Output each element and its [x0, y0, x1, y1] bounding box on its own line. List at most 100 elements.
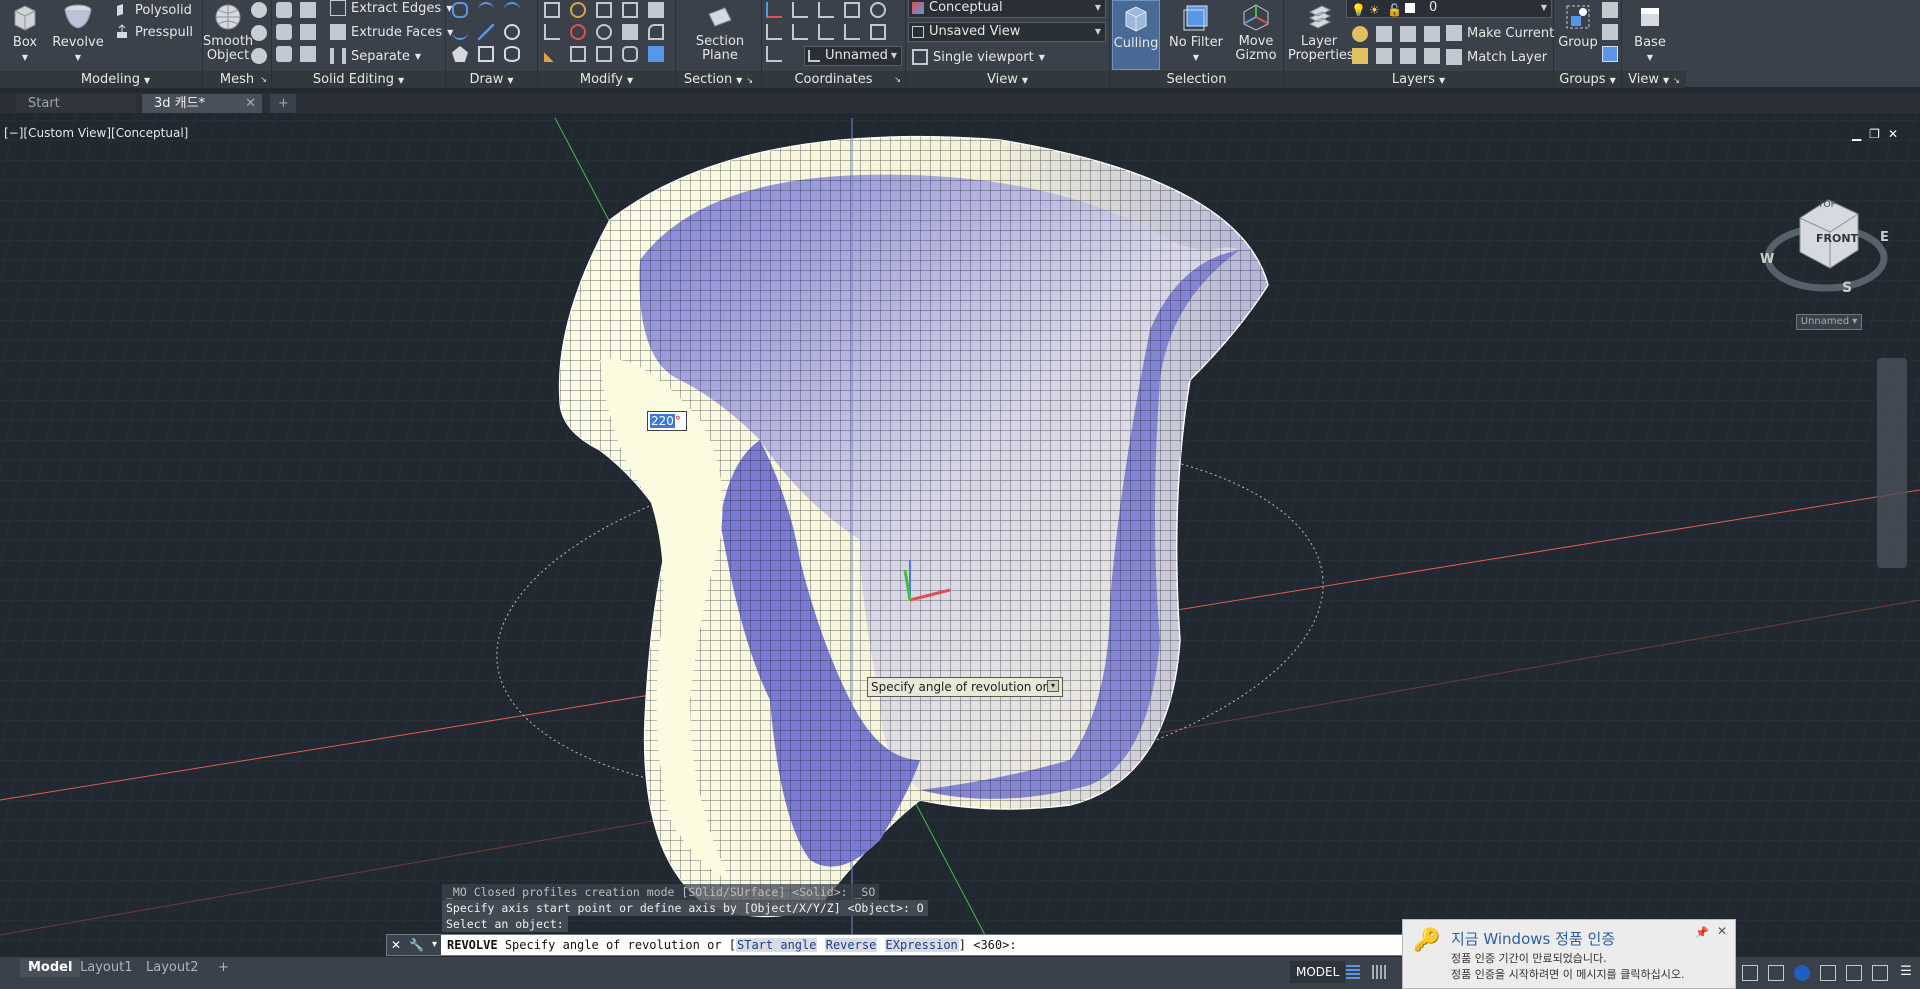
move-3d-icon[interactable] — [544, 2, 560, 18]
polysolid-button[interactable]: Polysolid — [114, 0, 192, 20]
tab-start[interactable]: Start — [16, 94, 136, 113]
rotate-3d-icon[interactable] — [570, 2, 586, 18]
add-layout-button[interactable]: + — [210, 959, 237, 977]
clean-screen-icon[interactable] — [1846, 965, 1862, 981]
array-icon[interactable] — [648, 2, 664, 18]
compass-south-label[interactable]: S — [1842, 280, 1852, 296]
base-button[interactable]: Base ▼ — [1626, 0, 1674, 65]
move-icon[interactable] — [596, 2, 612, 18]
viewcube-top-label[interactable]: TOP — [1818, 200, 1836, 210]
model-space-canvas[interactable] — [0, 114, 1920, 957]
group-edit-icon[interactable] — [1602, 24, 1618, 40]
hamburger-menu-icon[interactable]: ☰ — [1898, 965, 1914, 981]
close-icon[interactable]: ✕ — [1717, 924, 1727, 938]
layer-isolate-icon[interactable] — [1376, 26, 1392, 42]
extract-edges-button[interactable]: Extract Edges ▼ — [330, 0, 452, 18]
arc-icon[interactable] — [504, 2, 520, 18]
presspull-button[interactable]: Presspull — [114, 22, 193, 42]
view2-panel-label[interactable]: View ▼ ↘ — [1622, 71, 1686, 88]
ucs-named-icon[interactable] — [766, 46, 782, 62]
subtract-icon[interactable] — [276, 24, 292, 40]
command-prompt[interactable]: REVOLVE Specify angle of revolution or [… — [447, 935, 1017, 955]
section-plane-button[interactable]: Section Plane — [690, 0, 750, 63]
trim-icon[interactable] — [622, 46, 638, 62]
section-panel-label[interactable]: Section ▼ ↘ — [676, 71, 761, 88]
no-filter-button[interactable]: No Filter ▼ — [1164, 0, 1228, 65]
ucs-previous-icon[interactable] — [818, 2, 834, 18]
navigation-bar[interactable] — [1877, 358, 1907, 568]
intersect-icon[interactable] — [276, 46, 292, 62]
align-icon[interactable] — [544, 46, 560, 62]
group-selection-icon[interactable] — [1602, 46, 1618, 62]
culling-button[interactable]: Culling — [1112, 0, 1160, 70]
mirror-icon[interactable] — [570, 24, 586, 40]
options-icon[interactable]: ▾ — [1047, 680, 1059, 692]
ungroup-icon[interactable] — [1602, 2, 1618, 18]
ucs-x-icon[interactable] — [792, 24, 808, 40]
box-button[interactable]: Box ▼ — [0, 0, 50, 65]
layout-tab-layout2[interactable]: Layout2 — [138, 959, 206, 977]
ucs-icon[interactable] — [766, 2, 782, 18]
hardware-accel-icon[interactable] — [1820, 965, 1836, 981]
scale-icon[interactable] — [622, 2, 638, 18]
snap-icon[interactable] — [1372, 965, 1386, 979]
wrench-icon[interactable]: 🔧 — [409, 935, 424, 955]
model-space-toggle[interactable]: MODEL — [1290, 961, 1346, 983]
layer-properties-button[interactable]: Layer Properties — [1288, 0, 1354, 63]
tab-3d-cad[interactable]: 3d 캐드* ✕ — [142, 94, 262, 113]
union-icon[interactable] — [276, 2, 292, 18]
mesh-smooth-icon[interactable] — [251, 25, 267, 41]
command-line[interactable]: ✕ 🔧 ▾ REVOLVE Specify angle of revolutio… — [386, 934, 1404, 956]
ucs-combo[interactable]: Unnamed ▼ — [804, 46, 902, 66]
match-layer-button[interactable]: Match Layer — [1446, 47, 1547, 67]
smooth-object-button[interactable]: Smooth Object — [203, 0, 253, 63]
isolate-icon[interactable] — [1794, 965, 1810, 981]
ucs-menu[interactable]: Unnamed ▾ — [1796, 314, 1862, 330]
extrude-faces-button[interactable]: Extrude Faces ▼ — [330, 22, 453, 42]
option-expression[interactable]: EXpression — [884, 938, 959, 952]
layer-freeze-icon[interactable] — [1400, 26, 1416, 42]
visual-style-combo[interactable]: Conceptual ▼ — [908, 0, 1106, 18]
close-icon[interactable]: ✕ — [391, 935, 401, 955]
layers-panel-label[interactable]: Layers ▼ — [1284, 71, 1553, 88]
restore-icon[interactable]: ❐ — [1869, 127, 1880, 141]
line-icon[interactable] — [478, 24, 494, 40]
circle-icon[interactable] — [504, 24, 520, 40]
groups-panel-label[interactable]: Groups ▼ — [1554, 71, 1621, 88]
layer-unlock-icon[interactable] — [1424, 48, 1440, 64]
ucs-face-icon[interactable] — [844, 2, 860, 18]
fillet-icon[interactable] — [544, 24, 560, 40]
layer-on-icon[interactable] — [1352, 48, 1368, 64]
windows-activation-toast[interactable]: 🔑 지금 Windows 정품 인증 정품 인증 기간이 만료되었습니다. 정품… — [1402, 919, 1736, 989]
viewport-config-button[interactable]: Single viewport ▼ — [912, 47, 1045, 67]
grid-icon[interactable] — [1346, 965, 1360, 979]
dynamic-input-field[interactable]: 220° — [647, 411, 687, 431]
explode-icon[interactable] — [648, 46, 664, 62]
interfere-icon[interactable] — [300, 24, 316, 40]
annotation-icon[interactable] — [1742, 965, 1758, 981]
layer-lock-icon[interactable] — [1424, 26, 1440, 42]
modeling-panel-label[interactable]: Modeling ▼ — [0, 71, 231, 88]
copy-icon[interactable] — [622, 24, 638, 40]
minimize-icon[interactable]: ▁ — [1852, 127, 1861, 141]
rectangle-icon[interactable] — [478, 46, 494, 62]
mesh-crease-icon[interactable] — [251, 48, 267, 64]
option-start-angle[interactable]: STart angle — [736, 938, 818, 952]
spline-icon[interactable] — [478, 2, 494, 18]
solid-editing-panel-label[interactable]: Solid Editing ▼ — [272, 71, 445, 88]
compass-east-label[interactable]: E — [1880, 230, 1889, 245]
ucs-world-icon[interactable] — [792, 2, 808, 18]
shell-icon[interactable] — [300, 46, 316, 62]
layer-unisolate-icon[interactable] — [1376, 48, 1392, 64]
viewport-controls-label[interactable]: [−][Custom View][Conceptual] — [4, 126, 188, 140]
mesh-panel-label[interactable]: Mesh ↘ — [203, 71, 271, 88]
layer-thaw-icon[interactable] — [1400, 48, 1416, 64]
chamfer-icon[interactable] — [648, 24, 664, 40]
ellipse-icon[interactable] — [504, 46, 520, 62]
view-panel-label[interactable]: View ▼ — [906, 71, 1109, 88]
new-tab-button[interactable]: + — [270, 94, 296, 113]
fullscreen-icon[interactable] — [1872, 965, 1888, 981]
close-icon[interactable]: ✕ — [1888, 127, 1898, 141]
compass-west-label[interactable]: W — [1760, 252, 1774, 267]
viewcube-front-label[interactable]: FRONT — [1816, 232, 1858, 245]
